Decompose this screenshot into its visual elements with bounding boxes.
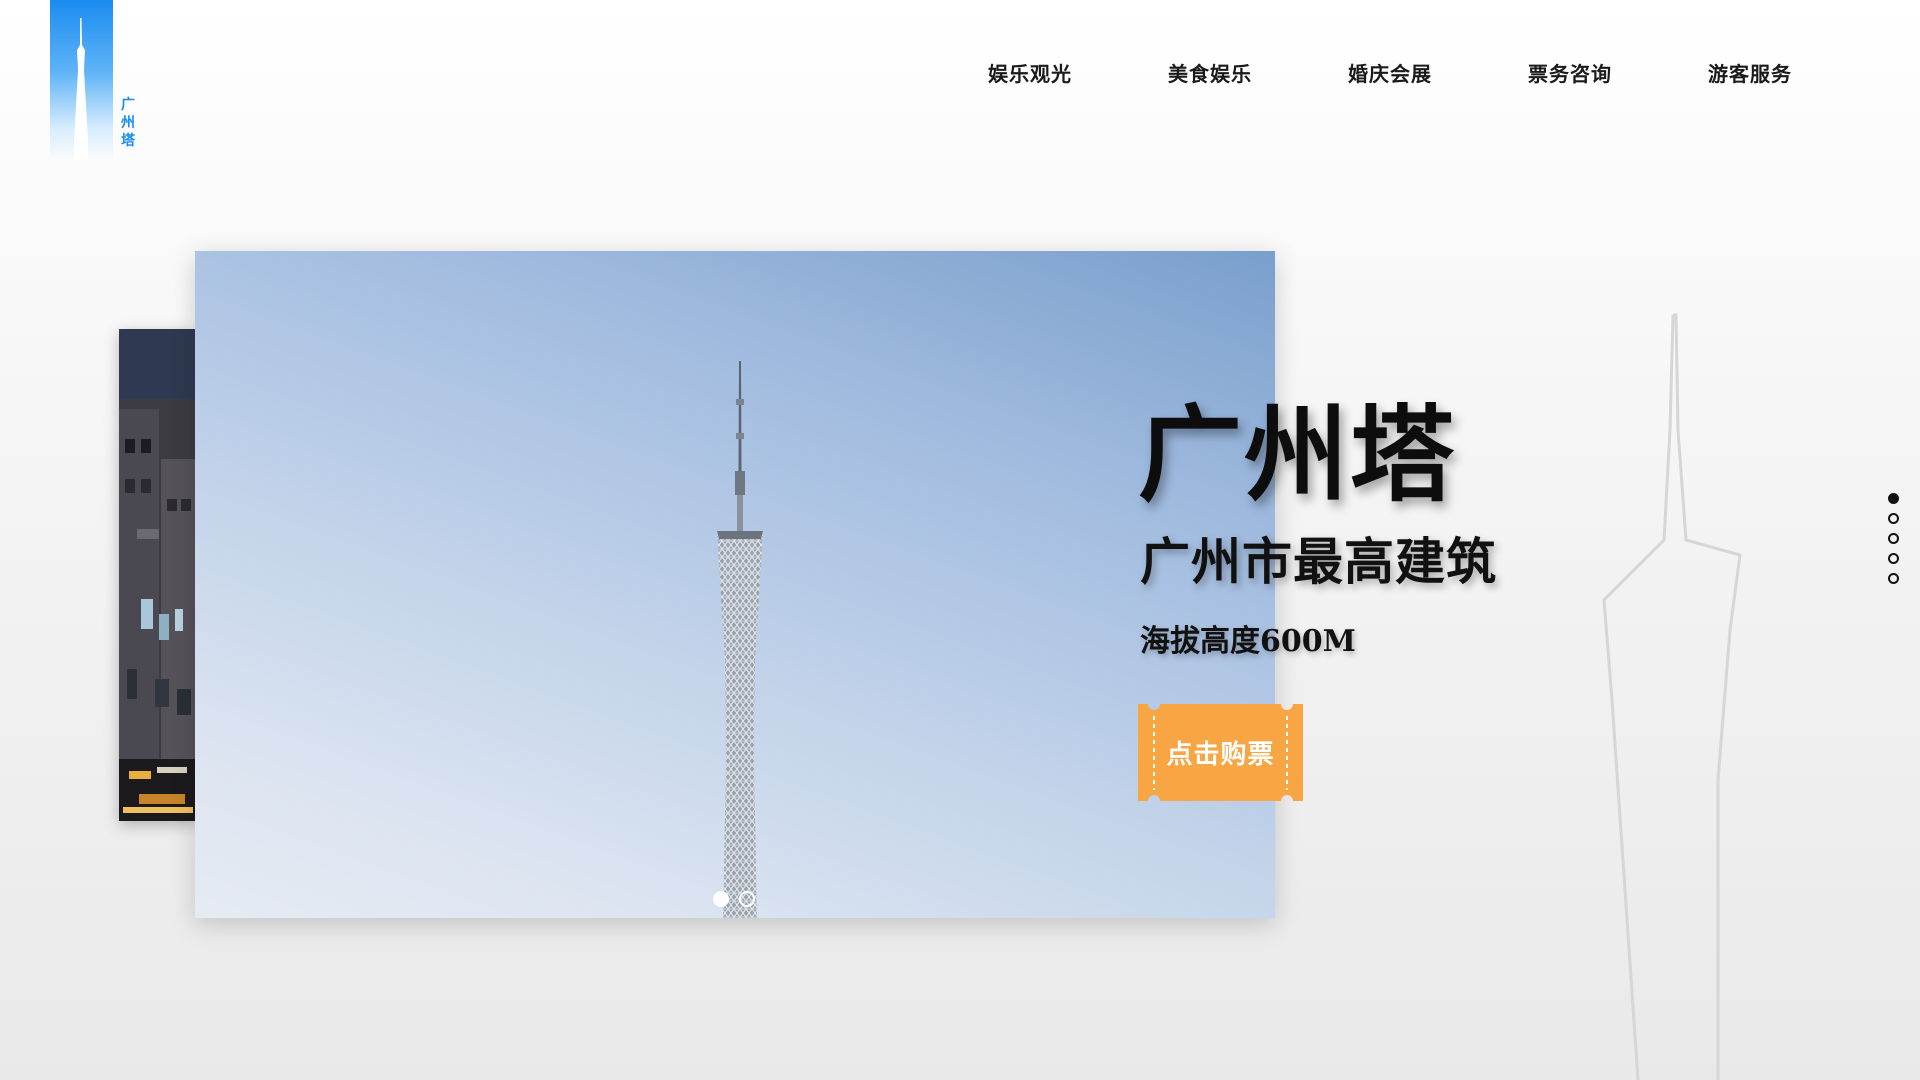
carousel-dot[interactable] xyxy=(713,891,729,907)
nav-item-food[interactable]: 美食娱乐 xyxy=(1120,58,1300,88)
street-building-image xyxy=(119,399,197,821)
nav-item-visitor-service[interactable]: 游客服务 xyxy=(1660,58,1840,88)
main-nav: 娱乐观光 美食娱乐 婚庆会展 票务咨询 游客服务 xyxy=(940,58,1840,88)
nav-item-sightseeing[interactable]: 娱乐观光 xyxy=(940,58,1120,88)
hero-subtitle: 广州市最高建筑 xyxy=(1140,532,1497,591)
tower-outline-decoration xyxy=(1602,313,1742,1080)
carousel-dots xyxy=(713,891,755,907)
canton-tower-image xyxy=(717,361,763,918)
logo-text: 广 州 塔 xyxy=(120,96,136,150)
logo-char: 塔 xyxy=(121,133,135,149)
page-dot[interactable] xyxy=(1888,533,1899,544)
buy-ticket-label: 点击购票 xyxy=(1166,740,1275,770)
hero-altitude: 海拔高度600M xyxy=(1140,624,1356,659)
page-dot[interactable] xyxy=(1888,513,1899,524)
nav-item-tickets[interactable]: 票务咨询 xyxy=(1480,58,1660,88)
logo-char: 广 xyxy=(121,97,135,113)
nav-item-events[interactable]: 婚庆会展 xyxy=(1300,58,1480,88)
logo-char: 州 xyxy=(121,115,135,131)
tower-logo-icon xyxy=(74,18,88,160)
carousel-dot[interactable] xyxy=(739,891,755,907)
page-dot[interactable] xyxy=(1888,573,1899,584)
logo[interactable]: 广 州 塔 xyxy=(50,0,140,160)
page-dot[interactable] xyxy=(1888,493,1899,504)
carousel-prev-slide[interactable] xyxy=(119,329,197,821)
page-dot[interactable] xyxy=(1888,553,1899,564)
carousel-active-slide[interactable] xyxy=(195,251,1275,918)
hero-title: 广州塔 xyxy=(1138,393,1457,516)
page-section-dots xyxy=(1888,493,1902,584)
buy-ticket-button[interactable]: 点击购票 xyxy=(1138,704,1303,801)
